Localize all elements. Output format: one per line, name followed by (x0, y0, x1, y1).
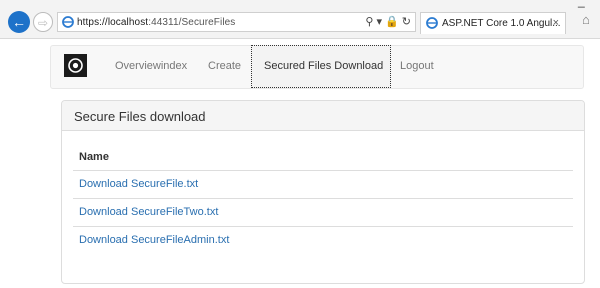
url-text: https://localhost:44311/SecureFiles (77, 17, 236, 28)
ie-page-icon (62, 16, 74, 28)
panel-title: Secure Files download (74, 109, 206, 124)
download-link-securefiletwo[interactable]: Download SecureFileTwo.txt (79, 206, 218, 218)
download-link-securefile[interactable]: Download SecureFile.txt (79, 178, 198, 190)
tab-title: ASP.NET Core 1.0 Angul... (442, 18, 561, 29)
nav-item-label: Secured Files Download (264, 60, 384, 72)
minimize-button[interactable]: _ (578, 0, 585, 8)
nav-item-logout[interactable]: Logout (400, 60, 434, 72)
column-header-name: Name (79, 151, 109, 163)
navbar: Overviewindex Create Secured Files Downl… (50, 45, 584, 89)
back-arrow-icon[interactable]: ← (8, 11, 30, 33)
address-bar[interactable]: https://localhost:44311/SecureFiles ⚲ ▾ … (57, 12, 416, 32)
panel-heading: Secure Files download (62, 101, 584, 131)
close-icon[interactable]: × (553, 17, 559, 29)
forward-arrow-icon[interactable]: ⇨ (33, 12, 53, 32)
divider (73, 226, 573, 227)
nav-item-secured-files-download[interactable]: Secured Files Download (251, 45, 391, 88)
divider (73, 170, 573, 171)
nav-item-create[interactable]: Create (208, 60, 241, 72)
secure-files-panel: Secure Files download Name Download Secu… (61, 100, 585, 284)
nav-item-overviewindex[interactable]: Overviewindex (115, 60, 187, 72)
address-tools[interactable]: ⚲ ▾ 🔒 ↻ (365, 15, 411, 28)
divider (73, 198, 573, 199)
download-link-securefileadmin[interactable]: Download SecureFileAdmin.txt (79, 234, 229, 246)
ie-page-icon (426, 17, 438, 29)
browser-chrome: _ ← ⇨ https://localhost:44311/SecureFile… (0, 0, 600, 39)
home-icon[interactable]: ⌂ (582, 12, 600, 30)
app-logo-icon[interactable] (64, 54, 87, 77)
browser-tab[interactable]: ASP.NET Core 1.0 Angul... × (420, 12, 566, 34)
